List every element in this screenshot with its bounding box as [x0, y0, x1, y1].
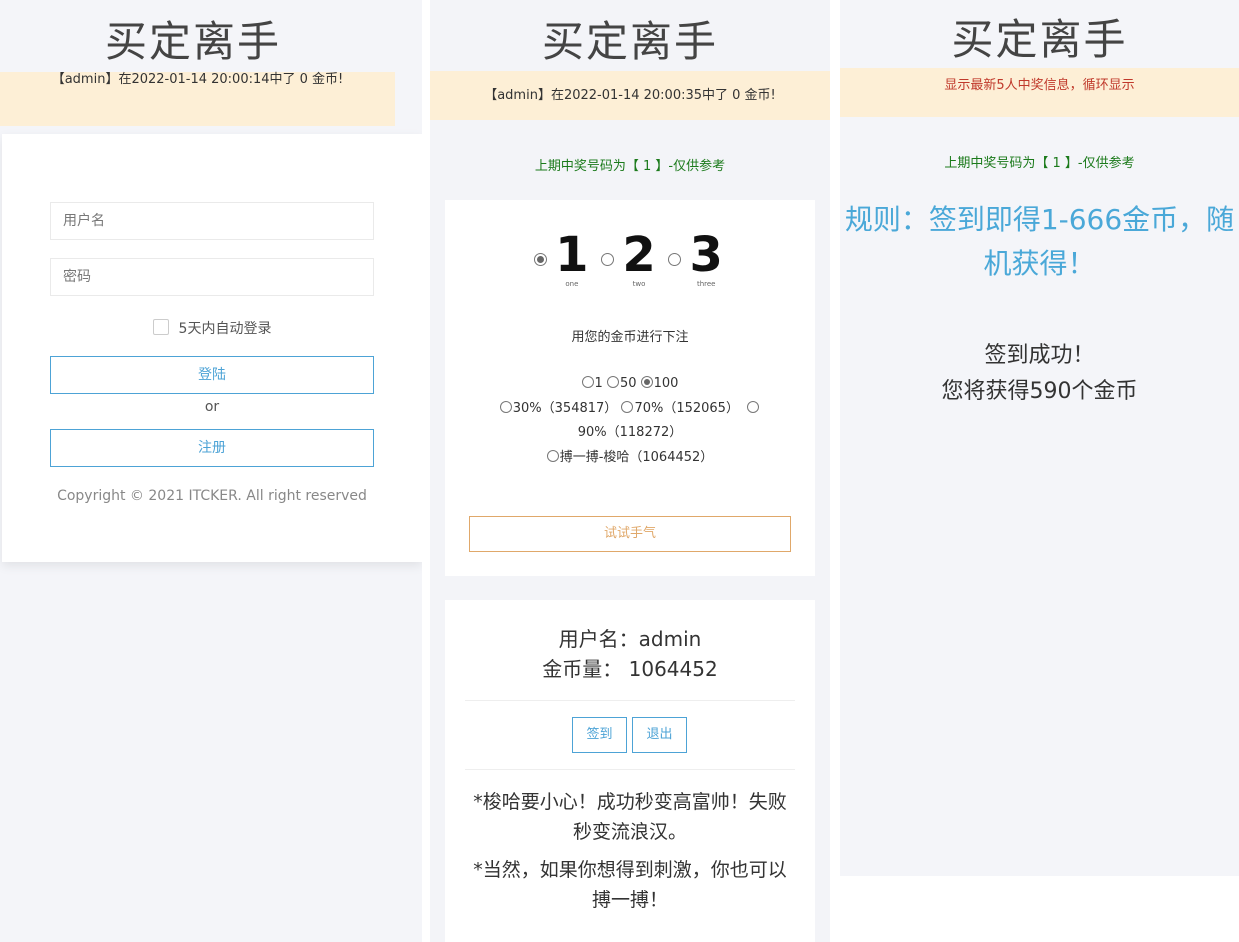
signin-button[interactable]: 签到	[572, 717, 627, 753]
coins-text: 金币量： 1064452	[542, 657, 718, 681]
odds-row: 90%（118272）	[445, 421, 815, 446]
odds-radio-30[interactable]	[499, 400, 512, 413]
amount-label: 1	[594, 376, 603, 391]
radio-button[interactable]	[533, 252, 547, 266]
reward-text: 您将获得590个金币	[941, 379, 1138, 404]
login-button[interactable]: 登陆	[50, 356, 374, 394]
winner-notice: 【admin】在2022-01-14 20:00:14中了 0 金币!	[0, 72, 395, 126]
odds-radio-90[interactable]	[747, 400, 760, 413]
digit-three: 3	[689, 227, 723, 283]
user-info: 用户名：admin 金币量： 1064452	[445, 624, 815, 684]
divider	[465, 700, 795, 701]
remember-me: 5天内自动登录	[2, 318, 422, 338]
amount-label: 100	[653, 376, 679, 391]
winner-notice: 显示最新5人中奖信息，循环显示	[840, 68, 1239, 117]
amount-row: 1 50 100	[445, 372, 815, 397]
odds-row: 30%（354817） 70%（152065）	[445, 397, 815, 422]
page-title: 买定离手	[104, 17, 281, 66]
copyright: Copyright © 2021 ITCKER. All right reser…	[57, 488, 367, 504]
signin-success-text: 签到成功！	[984, 343, 1095, 368]
logout-button[interactable]: 退出	[632, 717, 687, 753]
digit-one: 1	[555, 227, 589, 283]
remember-checkbox[interactable]	[152, 319, 169, 335]
last-draw-text: 上期中奖号码为【 1 】-仅供参考	[534, 159, 726, 174]
bet-prompt: 用您的金币进行下注	[571, 330, 689, 345]
odds-label: 70%（152065）	[634, 400, 739, 416]
odds-label: 90%（118272）	[577, 425, 683, 440]
signin-panel: 买定离手 显示最新5人中奖信息，循环显示 上期中奖号码为【 1 】-仅供参考 规…	[840, 0, 1239, 876]
odds-radio-70[interactable]	[621, 400, 634, 413]
number-option-2[interactable]: 2 two	[600, 227, 659, 288]
winner-notice: 【admin】在2022-01-14 20:00:35中了 0 金币!	[430, 71, 830, 120]
winner-notice-text: 【admin】在2022-01-14 20:00:14中了 0 金币!	[51, 72, 344, 87]
tip-text: *梭哈要小心！成功秒变高富帅！失败秒变流浪汉。	[473, 791, 787, 843]
radio-button[interactable]	[668, 252, 682, 266]
user-card: 用户名：admin 金币量： 1064452 签到 退出 *梭哈要小心！成功秒变…	[445, 600, 815, 942]
odds-row: 搏一搏-梭哈（1064452）	[445, 446, 815, 471]
login-card: 5天内自动登录 登陆 or 注册 Copyright © 2021 ITCKER…	[2, 134, 422, 562]
game-panel: 买定离手 【admin】在2022-01-14 20:00:35中了 0 金币!…	[430, 0, 830, 942]
try-luck-button[interactable]: 试试手气	[469, 516, 791, 552]
radio-button[interactable]	[600, 252, 614, 266]
page-title: 买定离手	[430, 8, 830, 69]
login-panel: 买定离手 【admin】在2022-01-14 20:00:14中了 0 金币!…	[0, 0, 422, 942]
tip-text: *当然，如果你想得到刺激，你也可以搏一搏！	[473, 859, 787, 911]
digit-two: 2	[622, 227, 656, 283]
username-text: 用户名：admin	[558, 627, 702, 651]
password-input[interactable]	[50, 258, 374, 296]
signin-result: 签到成功！ 您将获得590个金币	[840, 338, 1239, 410]
remember-label: 5天内自动登录	[178, 321, 272, 337]
amount-label: 50	[619, 376, 637, 391]
or-text: or	[204, 399, 220, 415]
number-option-1[interactable]: 1 one	[533, 227, 592, 288]
amount-radio-1[interactable]	[581, 376, 594, 388]
number-option-3[interactable]: 3 three	[668, 230, 726, 288]
register-button[interactable]: 注册	[50, 429, 374, 467]
username-input[interactable]	[50, 202, 374, 240]
bet-options: 1 50 100 30%（354817） 70%（152065） 90%（118…	[445, 372, 815, 470]
odds-radio-allin[interactable]	[546, 449, 559, 462]
game-card: 1 one 2 two 3 three 用您的金币进行下注 1 50 100 30%（…	[445, 200, 815, 576]
last-draw-text: 上期中奖号码为【 1 】-仅供参考	[944, 156, 1135, 171]
amount-radio-100[interactable]	[640, 376, 653, 388]
page-title: 买定离手	[951, 15, 1128, 64]
divider	[465, 769, 795, 770]
odds-label: 搏一搏-梭哈（1064452）	[559, 449, 714, 465]
odds-label: 30%（354817）	[512, 400, 618, 416]
number-picker: 1 one 2 two 3 three	[445, 230, 815, 288]
amount-radio-50[interactable]	[606, 376, 619, 388]
rule-text: 规则：签到即得1-666金币，随机获得！	[844, 203, 1235, 280]
